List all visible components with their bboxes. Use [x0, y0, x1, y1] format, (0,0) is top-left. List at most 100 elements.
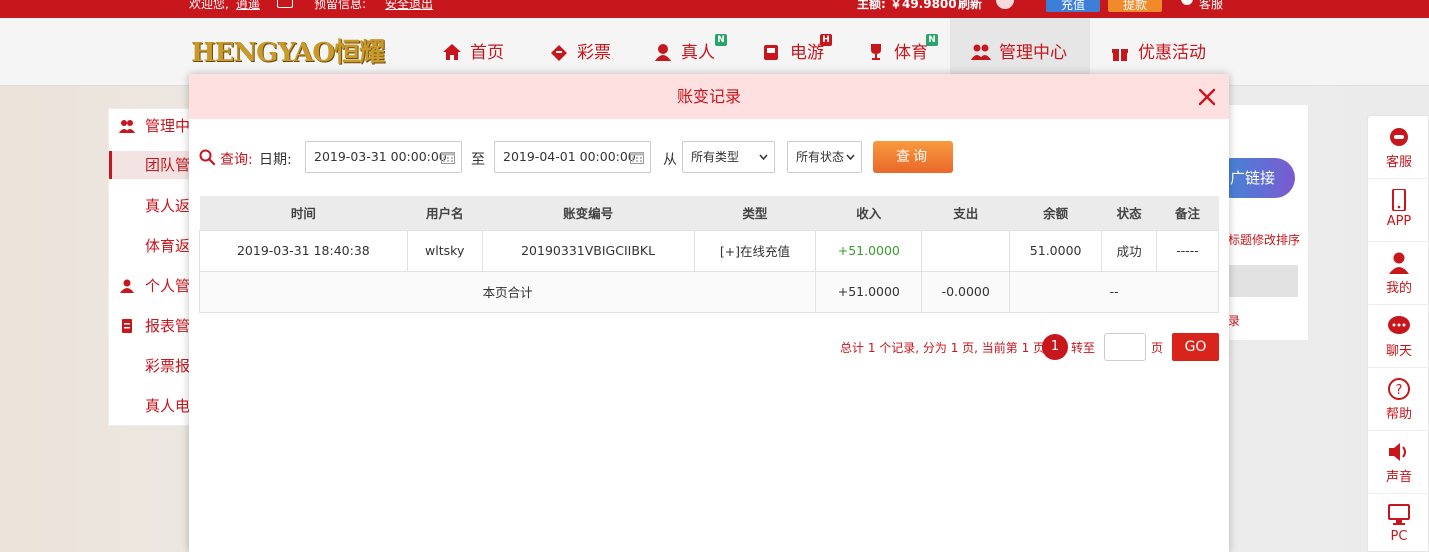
chat-icon: [1388, 316, 1410, 334]
current-page-button[interactable]: 1: [1042, 334, 1068, 360]
column-header: 用户名: [407, 196, 483, 230]
nav-item-slots[interactable]: 电游 H: [762, 34, 832, 66]
left-menu: 管理中心 团队管理 真人返 体育返 个人管 报表管 彩票报 真人电: [108, 108, 199, 426]
float-item-help[interactable]: ? 帮助: [1368, 368, 1429, 431]
summary-label: 本页合计: [198, 270, 817, 313]
float-label: APP: [1386, 214, 1412, 229]
status-select-value: 所有状态: [796, 150, 845, 164]
start-date-value: 2019-03-31 00:00:00: [314, 149, 447, 164]
cell-income: +51.0000: [815, 229, 923, 272]
monitor-icon: [1388, 504, 1410, 525]
transactions-table: 时间 用户名 账变编号 类型 收入 支出 余额 状态 备注 2019-03-31…: [198, 196, 1219, 313]
cell-type: [+]在线充值: [693, 229, 817, 272]
menu-label: 真人电: [145, 397, 191, 415]
record-link[interactable]: 录: [1228, 312, 1240, 329]
nav-item-label: 管理中心: [999, 43, 1067, 63]
float-item-chat[interactable]: 聊天: [1368, 305, 1429, 368]
menu-item-lottery-report[interactable]: 彩票报: [109, 352, 199, 380]
cell-balance: 51.0000: [1009, 229, 1103, 272]
menu-item-team[interactable]: 团队管理: [109, 151, 199, 179]
service-icon: [1181, 0, 1193, 5]
float-item-app[interactable]: APP: [1368, 179, 1429, 242]
refresh-icon[interactable]: [996, 0, 1014, 9]
nav-item-management[interactable]: 管理中心: [971, 40, 1067, 66]
nav-item-home[interactable]: 首页: [442, 40, 504, 66]
menu-label: 体育返: [145, 237, 191, 255]
column-header: 余额: [1009, 196, 1102, 230]
page-number-input[interactable]: [1104, 333, 1146, 361]
ticket-icon: [551, 45, 567, 61]
float-item-service[interactable]: 客服: [1368, 116, 1429, 179]
cell-transaction-id: 20190331VBIGCIIBKL: [481, 229, 695, 272]
status-select[interactable]: 所有状态: [787, 141, 862, 173]
right-content-panel: [1228, 105, 1308, 340]
nav-item-lottery[interactable]: 彩票: [549, 40, 611, 66]
float-item-pc[interactable]: PC: [1368, 494, 1429, 552]
summary-income: +51.0000: [815, 270, 923, 313]
calendar-icon[interactable]: [630, 151, 644, 164]
menu-item-live-report[interactable]: 真人电: [109, 392, 199, 420]
menu-group-reports[interactable]: 报表管: [109, 312, 199, 340]
deposit-button[interactable]: 充值: [1046, 0, 1100, 12]
welcome-label: 欢迎您,: [189, 0, 229, 11]
modal-title: 账变记录: [676, 87, 741, 106]
cell-remark: -----: [1156, 229, 1219, 272]
start-date-input[interactable]: 2019-03-31 00:00:00: [305, 141, 462, 173]
type-select-value: 所有类型: [691, 150, 740, 164]
pagination-info: 总计 1 个记录, 分为 1 页, 当前第 1 页: [840, 341, 1046, 355]
float-sidebar: 客服 APP 我的 聊天 ? 帮助 声音 PC: [1367, 115, 1429, 552]
nav-item-sports[interactable]: 体育 N: [866, 34, 938, 66]
summary-expense: -0.0000: [921, 270, 1011, 313]
username-link[interactable]: 逍遥: [236, 0, 260, 12]
nav-item-label: 体育: [894, 43, 928, 63]
refresh-link[interactable]: 刷新: [958, 0, 982, 12]
calendar-icon[interactable]: [441, 151, 455, 164]
table-header-stub: [1228, 265, 1298, 297]
summary-rest: --: [1009, 270, 1219, 313]
withdraw-button[interactable]: 提款: [1108, 0, 1162, 12]
column-header: 收入: [815, 196, 922, 230]
nav-item-live[interactable]: 真人 N: [653, 34, 727, 66]
close-icon[interactable]: [1197, 87, 1217, 107]
float-label: 聊天: [1385, 344, 1412, 359]
headset-icon: [1390, 128, 1408, 146]
column-header: 状态: [1101, 196, 1157, 230]
transaction-records-modal: 账变记录 查询: 日期: 2019-03-31 00:00:00 至 2019-…: [189, 74, 1229, 552]
nav-item-label: 首页: [470, 43, 504, 63]
float-label: PC: [1390, 529, 1408, 544]
column-header: 时间: [199, 196, 408, 230]
float-label: 我的: [1385, 281, 1412, 296]
menu-item-sports-rebate[interactable]: 体育返: [109, 232, 199, 260]
nav-item-label: 真人: [681, 43, 715, 63]
chevron-down-icon: [759, 154, 768, 161]
modal-header: 账变记录: [189, 74, 1229, 119]
cell-username: wltsky: [406, 229, 483, 272]
slot-machine-icon: [764, 45, 778, 60]
nav-item-promotions[interactable]: 优惠活动: [1110, 40, 1206, 66]
menu-group-management[interactable]: 管理中心: [109, 112, 199, 140]
logout-link[interactable]: 安全退出: [385, 0, 433, 12]
end-date-input[interactable]: 2019-04-01 00:00:00: [494, 141, 651, 173]
summary-row: 本页合计 +51.0000 -0.0000 --: [198, 270, 1219, 313]
query-label: 查询:: [220, 152, 253, 168]
float-item-sound[interactable]: 声音: [1368, 431, 1429, 494]
query-button[interactable]: 查询: [873, 141, 953, 173]
menu-item-live-rebate[interactable]: 真人返: [109, 192, 199, 220]
service-link[interactable]: 客服: [1199, 0, 1223, 12]
mail-icon[interactable]: [277, 0, 293, 8]
float-label: 帮助: [1385, 407, 1412, 422]
type-select[interactable]: 所有类型: [682, 141, 775, 173]
menu-group-personal[interactable]: 个人管: [109, 272, 199, 300]
to-label: 至: [471, 152, 485, 168]
site-logo[interactable]: HENGYAO恒耀: [191, 36, 397, 70]
page-unit-label: 页: [1151, 341, 1164, 355]
nav-item-label: 电游: [790, 43, 824, 63]
column-header: 账变编号: [482, 196, 695, 230]
trophy-icon: [871, 44, 881, 60]
float-item-profile[interactable]: 我的: [1368, 242, 1429, 305]
end-date-value: 2019-04-01 00:00:00: [503, 149, 636, 164]
table-row: 2019-03-31 18:40:38 wltsky 20190331VBIGC…: [199, 229, 1219, 272]
go-button[interactable]: GO: [1172, 333, 1219, 361]
column-header: 类型: [694, 196, 816, 230]
top-bar: 欢迎您, 逍遥 预留信息: 安全退出 主额: ￥49.9800 刷新 充值 提款…: [0, 0, 1429, 18]
